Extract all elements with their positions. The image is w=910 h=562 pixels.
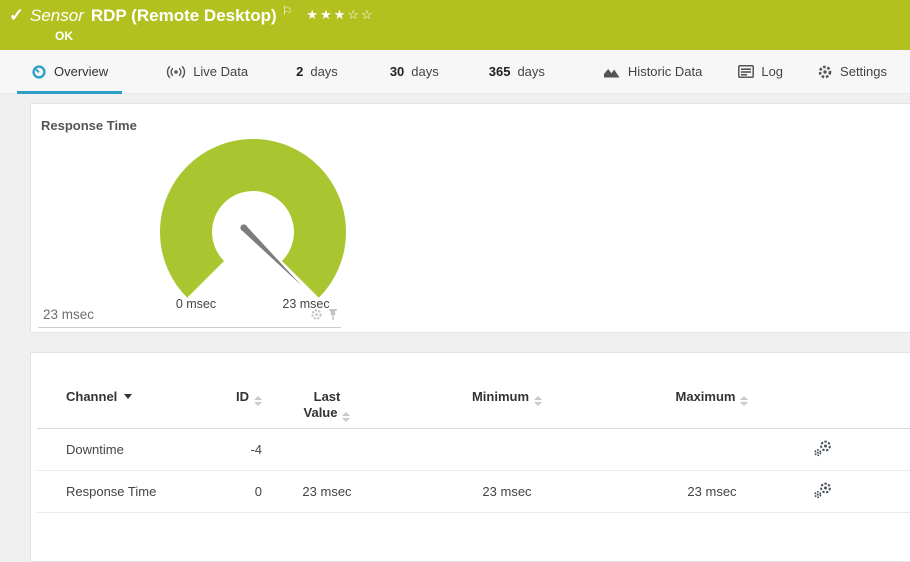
column-header-actions: [802, 353, 844, 429]
table-row: Downtime -4: [37, 429, 910, 471]
widget-gear-icon[interactable]: [310, 308, 323, 321]
tab-settings[interactable]: Settings: [803, 50, 901, 93]
column-header-last-value[interactable]: Last Value: [262, 353, 392, 429]
sensor-title: RDP (Remote Desktop): [91, 5, 277, 26]
tab-label: Overview: [54, 64, 108, 79]
tab-historic-data[interactable]: Historic Data: [589, 50, 716, 93]
channel-id: 0: [197, 471, 262, 513]
channel-maximum: [622, 429, 802, 471]
tab-label: Live Data: [193, 64, 248, 79]
channel-table-panel: Channel ID Last Value Minimum Maximum: [30, 352, 910, 562]
gear-icon: [817, 64, 833, 80]
channel-minimum: 23 msec: [392, 471, 622, 513]
tab-number: 30: [390, 64, 404, 79]
status-ok-check-icon: ✓: [9, 5, 24, 26]
sensor-tab-bar: Overview Live Data 2 days 30 days 365 da…: [0, 50, 910, 94]
gauge-panel-title: Response Time: [41, 118, 137, 133]
tab-label: Historic Data: [628, 64, 702, 79]
priority-stars[interactable]: ★★★☆☆: [306, 4, 374, 25]
sensor-status-header: ✓ Sensor RDP (Remote Desktop) ⚐ ★★★☆☆ OK: [0, 0, 910, 50]
gauge-icon: [31, 64, 47, 80]
sort-icon: [254, 396, 262, 406]
channel-settings-cogs-icon[interactable]: [813, 481, 833, 499]
tab-number: 2: [296, 64, 303, 79]
tab-30-days[interactable]: 30 days: [376, 50, 453, 93]
object-type-label: Sensor: [30, 5, 84, 26]
response-time-gauge: 0 msec 23 msec: [148, 134, 358, 319]
sort-icon: [740, 396, 748, 406]
sensor-status-badge: OK: [55, 29, 910, 43]
tab-overview[interactable]: Overview: [17, 50, 122, 93]
sort-desc-icon: [124, 394, 132, 399]
column-header-channel[interactable]: Channel: [37, 353, 197, 429]
sort-icon: [534, 396, 542, 406]
table-header-row: Channel ID Last Value Minimum Maximum: [37, 353, 910, 429]
flag-icon[interactable]: ⚐: [282, 1, 293, 22]
response-time-panel: Response Time 0 msec 23 msec 23 msec: [30, 103, 910, 333]
tab-number: 365: [489, 64, 511, 79]
tab-label: days: [310, 64, 337, 79]
channel-minimum: [392, 429, 622, 471]
channel-id: -4: [197, 429, 262, 471]
log-icon: [738, 65, 754, 78]
channel-maximum: 23 msec: [622, 471, 802, 513]
tab-label: days: [517, 64, 544, 79]
tab-label: days: [411, 64, 438, 79]
gauge-current-value: 23 msec: [40, 307, 94, 322]
sort-icon: [342, 412, 350, 422]
channel-table: Channel ID Last Value Minimum Maximum: [37, 353, 910, 513]
column-header-maximum[interactable]: Maximum: [622, 353, 802, 429]
tab-log[interactable]: Log: [724, 50, 797, 93]
table-row: Response Time 0 23 msec 23 msec 23 msec: [37, 471, 910, 513]
tab-label: Settings: [840, 64, 887, 79]
broadcast-icon: [166, 65, 186, 79]
channel-name: Response Time: [37, 471, 197, 513]
tab-365-days[interactable]: 365 days: [475, 50, 559, 93]
pin-icon[interactable]: [327, 308, 339, 321]
tab-label: Log: [761, 64, 783, 79]
channel-last-value: [262, 429, 392, 471]
column-header-id[interactable]: ID: [197, 353, 262, 429]
area-chart-icon: [603, 65, 621, 79]
channel-last-value: 23 msec: [262, 471, 392, 513]
channel-name: Downtime: [37, 429, 197, 471]
tab-2-days[interactable]: 2 days: [282, 50, 352, 93]
channel-settings-cogs-icon[interactable]: [813, 439, 833, 457]
tab-live-data[interactable]: Live Data: [152, 50, 262, 93]
column-header-minimum[interactable]: Minimum: [392, 353, 622, 429]
gauge-footer: 23 msec: [38, 301, 341, 328]
